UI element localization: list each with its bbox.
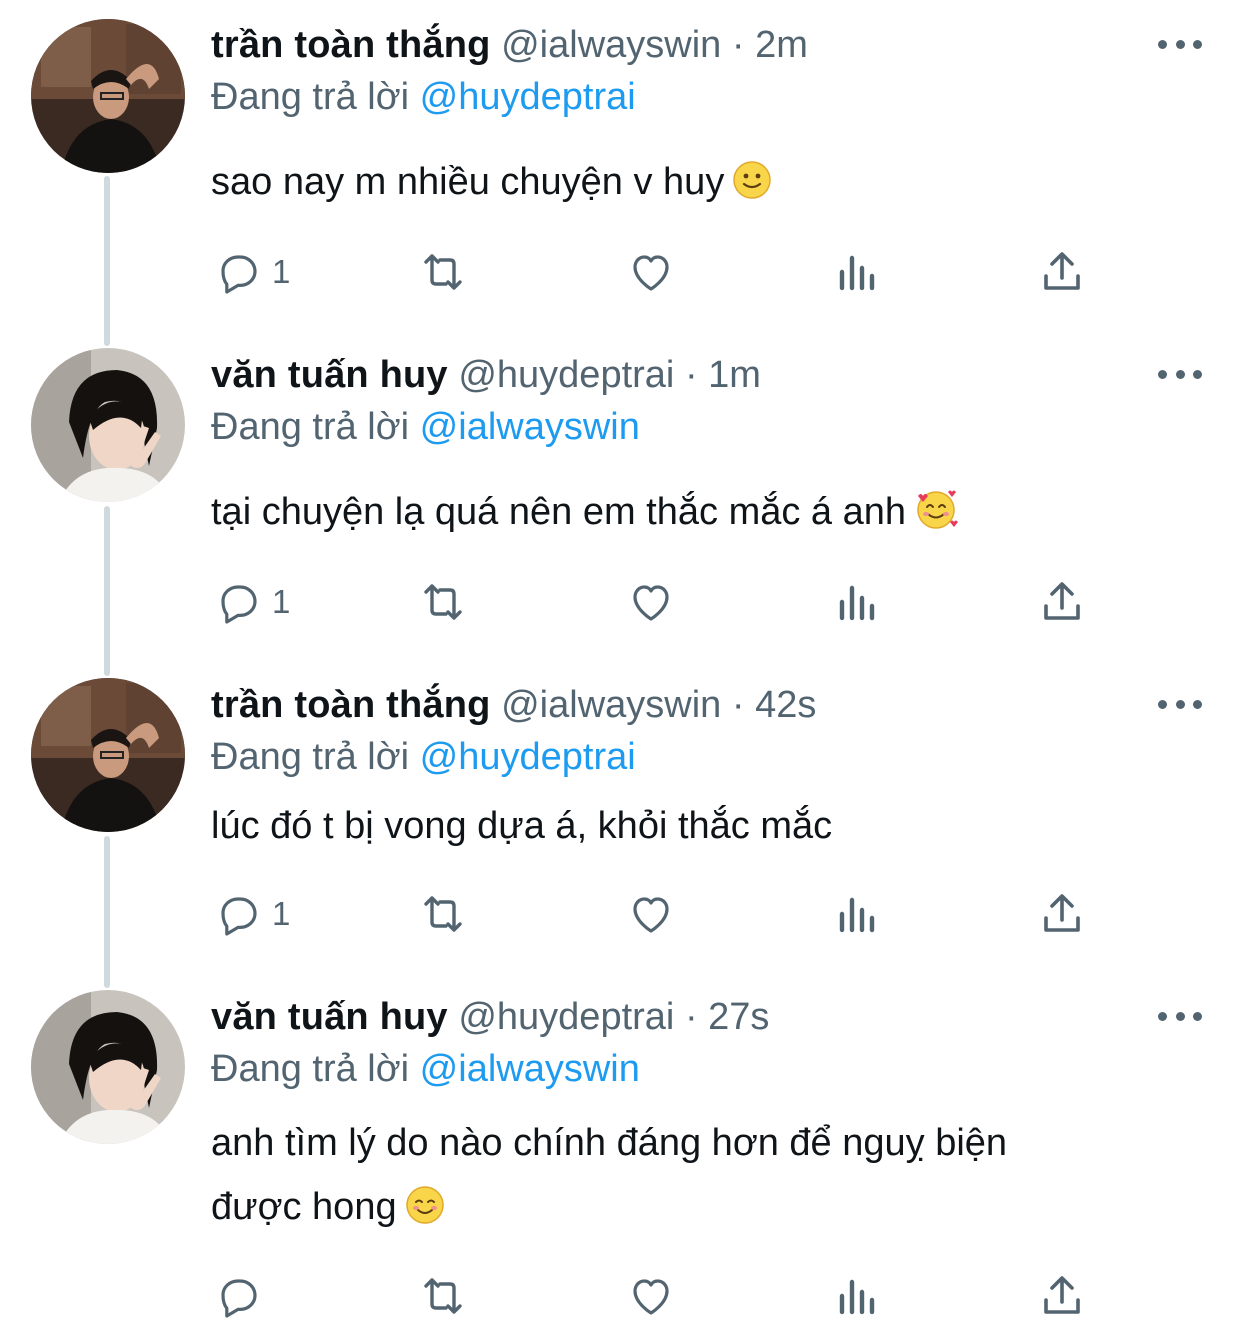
separator-dot: · bbox=[731, 24, 745, 66]
share-icon bbox=[1040, 1272, 1084, 1320]
mention-link[interactable]: @huydeptrai bbox=[420, 736, 636, 778]
tweet-text-content: lúc đó t bị vong dựa á, khỏi thắc mắc bbox=[211, 805, 833, 847]
reply-button[interactable] bbox=[214, 1266, 272, 1326]
views-icon bbox=[834, 890, 878, 938]
user-handle[interactable]: @huydeptrai bbox=[458, 996, 674, 1038]
views-icon bbox=[834, 248, 878, 296]
tweet-text-content: sao nay m nhiều chuyện v huy bbox=[211, 161, 725, 203]
timestamp[interactable]: 42s bbox=[755, 684, 816, 726]
retweet-button[interactable] bbox=[416, 1266, 470, 1326]
avatar[interactable] bbox=[31, 348, 185, 502]
views-icon bbox=[834, 1272, 878, 1320]
share-icon bbox=[1040, 248, 1084, 296]
tweet-text-line: được hong bbox=[211, 1175, 1211, 1245]
slightly-smiling-face-icon bbox=[732, 159, 772, 217]
reply-count: 1 bbox=[272, 253, 291, 290]
avatar[interactable] bbox=[31, 990, 185, 1144]
tweet-text: anh tìm lý do nào chính đáng hơn để nguỵ… bbox=[211, 1111, 1211, 1245]
user-handle[interactable]: @ialwayswin bbox=[501, 684, 721, 726]
like-button[interactable] bbox=[626, 572, 676, 632]
reply-icon bbox=[214, 1272, 262, 1320]
tweet-actions bbox=[0, 1266, 1242, 1326]
share-button[interactable] bbox=[1040, 572, 1084, 632]
retweet-button[interactable] bbox=[416, 242, 470, 302]
replying-to-label: Đang trả lời bbox=[211, 76, 410, 118]
separator-dot: · bbox=[684, 354, 698, 396]
replying-to-label: Đang trả lời bbox=[211, 736, 410, 778]
tweet-text-content: tại chuyện lạ quá nên em thắc mắc á anh bbox=[211, 491, 907, 533]
retweet-icon bbox=[416, 1272, 470, 1320]
like-button[interactable] bbox=[626, 884, 676, 944]
replying-to-label: Đang trả lời bbox=[211, 1048, 410, 1090]
display-name[interactable]: văn tuấn huy bbox=[211, 354, 448, 396]
reply-button[interactable]: 1 bbox=[214, 572, 290, 632]
retweet-button[interactable] bbox=[416, 884, 470, 944]
mention-link[interactable]: @ialwayswin bbox=[420, 406, 640, 448]
like-button[interactable] bbox=[626, 1266, 676, 1326]
share-icon bbox=[1040, 890, 1084, 938]
timestamp[interactable]: 2m bbox=[755, 24, 808, 66]
retweet-icon bbox=[416, 248, 470, 296]
views-icon bbox=[834, 578, 878, 626]
tweet-text: sao nay m nhiều chuyện v huy bbox=[211, 153, 1211, 217]
replying-to: Đang trả lời @ialwayswin bbox=[211, 1046, 640, 1092]
tweet-text: lúc đó t bị vong dựa á, khỏi thắc mắc bbox=[211, 797, 1211, 855]
tweet-actions: 1 bbox=[0, 242, 1242, 302]
display-name[interactable]: trần toàn thắng bbox=[211, 24, 491, 66]
retweet-button[interactable] bbox=[416, 572, 470, 632]
views-button[interactable] bbox=[834, 884, 878, 944]
heart-icon bbox=[626, 890, 676, 938]
tweet-text-line: anh tìm lý do nào chính đáng hơn để nguỵ… bbox=[211, 1122, 1008, 1164]
reply-icon bbox=[214, 248, 262, 296]
display-name[interactable]: văn tuấn huy bbox=[211, 996, 448, 1038]
replying-to: Đang trả lời @huydeptrai bbox=[211, 74, 636, 120]
like-button[interactable] bbox=[626, 242, 676, 302]
reply-icon bbox=[214, 578, 262, 626]
separator-dot: · bbox=[731, 684, 745, 726]
tweet-actions: 1 bbox=[0, 572, 1242, 632]
share-button[interactable] bbox=[1040, 884, 1084, 944]
reply-count: 1 bbox=[272, 895, 291, 932]
tweet-header: trần toàn thắng @ialwayswin · 42s bbox=[211, 682, 816, 728]
more-icon[interactable] bbox=[1158, 694, 1202, 714]
more-icon[interactable] bbox=[1158, 34, 1202, 54]
heart-icon bbox=[626, 248, 676, 296]
user-handle[interactable]: @ialwayswin bbox=[501, 24, 721, 66]
reply-icon bbox=[214, 890, 262, 938]
share-button[interactable] bbox=[1040, 242, 1084, 302]
more-icon[interactable] bbox=[1158, 1006, 1202, 1026]
retweet-icon bbox=[416, 578, 470, 626]
views-button[interactable] bbox=[834, 1266, 878, 1326]
smiling-face-icon bbox=[405, 1181, 445, 1245]
avatar[interactable] bbox=[31, 678, 185, 832]
display-name[interactable]: trần toàn thắng bbox=[211, 684, 491, 726]
replying-to-label: Đang trả lời bbox=[211, 406, 410, 448]
replying-to: Đang trả lời @huydeptrai bbox=[211, 734, 636, 780]
heart-icon bbox=[626, 1272, 676, 1320]
tweet-actions: 1 bbox=[0, 884, 1242, 944]
reply-button[interactable]: 1 bbox=[214, 884, 290, 944]
avatar[interactable] bbox=[31, 19, 185, 173]
mention-link[interactable]: @huydeptrai bbox=[420, 76, 636, 118]
separator-dot: · bbox=[684, 996, 698, 1038]
heart-icon bbox=[626, 578, 676, 626]
user-handle[interactable]: @huydeptrai bbox=[458, 354, 674, 396]
reply-count: 1 bbox=[272, 583, 291, 620]
tweet-header: văn tuấn huy @huydeptrai · 27s bbox=[211, 994, 769, 1040]
views-button[interactable] bbox=[834, 572, 878, 632]
replying-to: Đang trả lời @ialwayswin bbox=[211, 404, 640, 450]
tweet-text: tại chuyện lạ quá nên em thắc mắc á anh bbox=[211, 483, 1211, 547]
share-button[interactable] bbox=[1040, 1266, 1084, 1326]
retweet-icon bbox=[416, 890, 470, 938]
share-icon bbox=[1040, 578, 1084, 626]
mention-link[interactable]: @ialwayswin bbox=[420, 1048, 640, 1090]
reply-button[interactable]: 1 bbox=[214, 242, 290, 302]
tweet-header: trần toàn thắng @ialwayswin · 2m bbox=[211, 22, 808, 68]
timestamp[interactable]: 1m bbox=[708, 354, 761, 396]
timestamp[interactable]: 27s bbox=[708, 996, 769, 1038]
more-icon[interactable] bbox=[1158, 364, 1202, 384]
tweet-header: văn tuấn huy @huydeptrai · 1m bbox=[211, 352, 761, 398]
views-button[interactable] bbox=[834, 242, 878, 302]
smiling-face-with-hearts-icon bbox=[914, 488, 959, 547]
